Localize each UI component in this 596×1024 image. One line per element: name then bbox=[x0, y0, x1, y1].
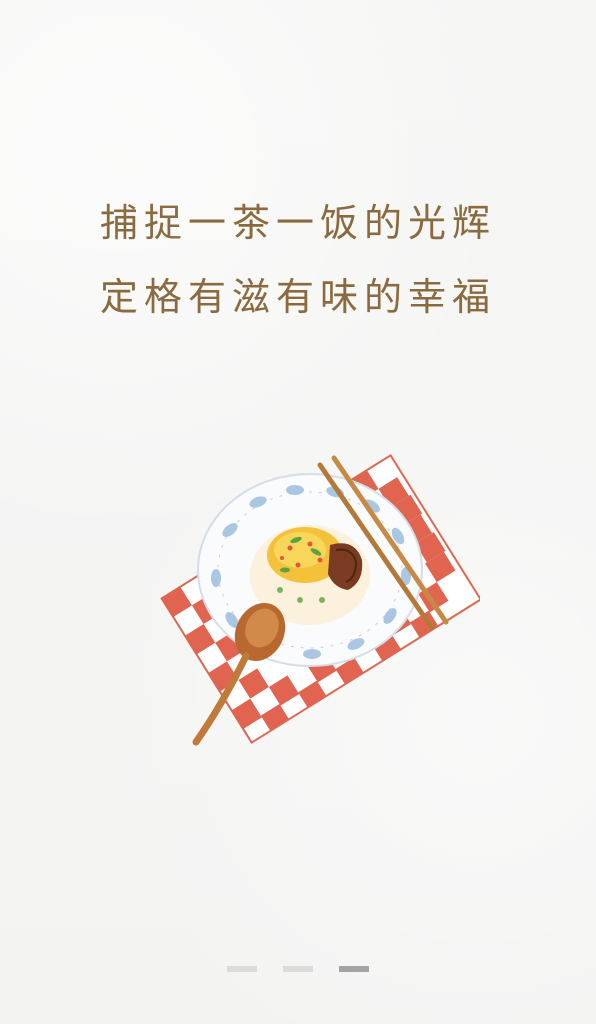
page-dot-2[interactable] bbox=[283, 966, 313, 972]
page-dot-3[interactable] bbox=[339, 966, 369, 972]
slogan-line-1: 捕捉一茶一饭的光辉 bbox=[99, 201, 496, 245]
meal-plate-illustration bbox=[150, 450, 483, 760]
slogan-line-2: 定格有滋有味的幸福 bbox=[99, 275, 496, 319]
page-indicator bbox=[0, 966, 596, 974]
page-dot-1[interactable] bbox=[227, 966, 257, 972]
